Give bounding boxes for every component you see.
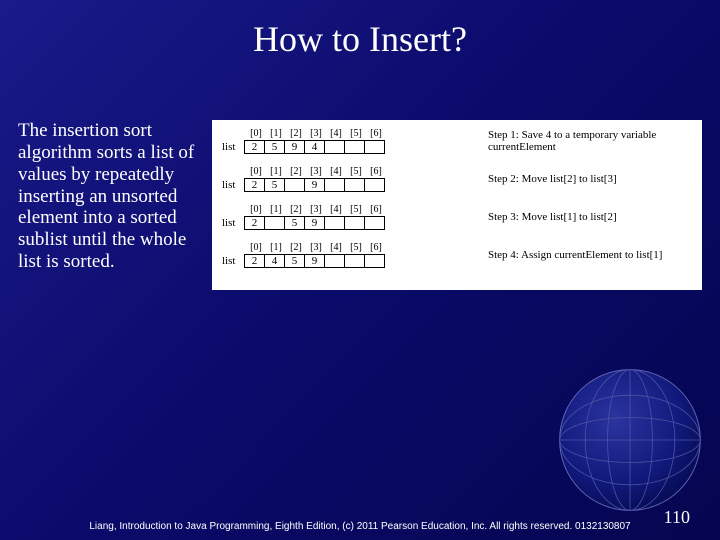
index-row: [0][1][2][3][4][5][6]: [246, 128, 482, 139]
step-description: Step 3: Move list[1] to list[2]: [482, 211, 692, 223]
array-cell: [324, 216, 344, 230]
array-cell: [364, 178, 384, 192]
page-number: 110: [664, 507, 690, 528]
array-cell: [324, 140, 344, 154]
array-cells: 2459: [244, 254, 385, 268]
step-description: Step 2: Move list[2] to list[3]: [482, 173, 692, 185]
array-cell: 2: [244, 178, 264, 192]
content-area: The insertion sort algorithm sorts a lis…: [0, 120, 720, 290]
array-cells: 2 59: [244, 216, 385, 230]
array-cell: [324, 254, 344, 268]
array-cell: 9: [284, 140, 304, 154]
array-cell: 5: [284, 254, 304, 268]
footer-citation: Liang, Introduction to Java Programming,…: [0, 521, 720, 532]
diagram-step: [0][1][2][3][4][5][6]list25 9 Step 2: Move…: [222, 166, 692, 192]
array-cell: [364, 140, 384, 154]
array-cell: [344, 254, 364, 268]
index-row: [0][1][2][3][4][5][6]: [246, 166, 482, 177]
array-cell: [364, 216, 384, 230]
array-cell: [344, 140, 364, 154]
array-cells: 25 9: [244, 178, 385, 192]
list-label: list: [222, 179, 244, 191]
index-row: [0][1][2][3][4][5][6]: [246, 242, 482, 253]
array-cell: [284, 178, 304, 192]
array-cell: [364, 254, 384, 268]
step-description: Step 1: Save 4 to a temporary variable c…: [482, 129, 692, 153]
slide-title: How to Insert?: [0, 0, 720, 60]
array-cell: [344, 216, 364, 230]
globe-icon: [550, 360, 710, 520]
index-row: [0][1][2][3][4][5][6]: [246, 204, 482, 215]
array-cell: 9: [304, 216, 324, 230]
array-cell: 5: [264, 178, 284, 192]
array-cell: [324, 178, 344, 192]
description-text: The insertion sort algorithm sorts a lis…: [18, 120, 198, 290]
array-cell: [344, 178, 364, 192]
insertion-diagram: [0][1][2][3][4][5][6]list2594Step 1: Sav…: [212, 120, 702, 290]
list-label: list: [222, 255, 244, 267]
diagram-step: [0][1][2][3][4][5][6]list2 59 Step 3: Move…: [222, 204, 692, 230]
array-cell: 4: [264, 254, 284, 268]
array-cell: 9: [304, 178, 324, 192]
array-cell: 9: [304, 254, 324, 268]
array-cell: 5: [264, 140, 284, 154]
array-cell: 2: [244, 254, 264, 268]
array-cell: [264, 216, 284, 230]
array-cell: 2: [244, 140, 264, 154]
step-description: Step 4: Assign currentElement to list[1]: [482, 249, 692, 261]
list-label: list: [222, 217, 244, 229]
array-cells: 2594: [244, 140, 385, 154]
list-label: list: [222, 141, 244, 153]
array-cell: 4: [304, 140, 324, 154]
diagram-step: [0][1][2][3][4][5][6]list2459 Step 4: Ass…: [222, 242, 692, 268]
array-cell: 2: [244, 216, 264, 230]
array-cell: 5: [284, 216, 304, 230]
diagram-step: [0][1][2][3][4][5][6]list2594 Step 1: Sav…: [222, 128, 692, 154]
